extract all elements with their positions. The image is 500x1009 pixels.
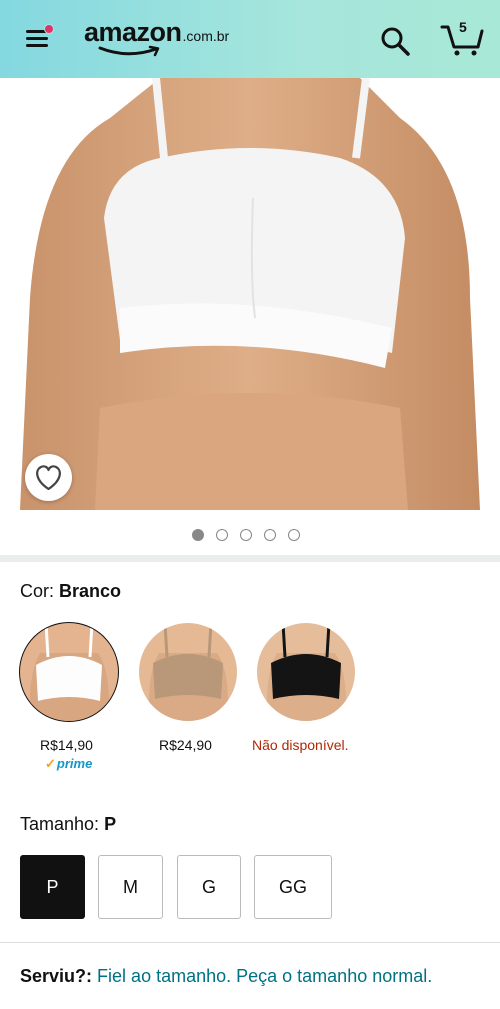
product-photo <box>20 78 480 510</box>
logo-tld: .com.br <box>182 28 230 44</box>
selected-color-name: Branco <box>59 581 122 601</box>
color-label-text: Cor: <box>20 581 55 601</box>
menu-bar <box>26 44 48 47</box>
image-pagination <box>192 529 300 543</box>
smile-arrow-icon <box>98 45 160 57</box>
size-label-text: Tamanho: <box>20 814 100 834</box>
swatch-image <box>20 623 118 721</box>
swatch-image <box>139 623 237 721</box>
amazon-logo[interactable]: amazon.com.br <box>84 17 229 57</box>
fit-recommendation-link[interactable]: Fiel ao tamanho. Peça o tamanho normal. <box>97 966 432 986</box>
logo-wordmark: amazon <box>84 17 182 47</box>
search-icon[interactable] <box>379 25 411 57</box>
selected-size-name: P <box>104 814 117 834</box>
price-preto-unavailable: Não disponível. <box>252 737 349 753</box>
wishlist-button[interactable] <box>25 454 72 501</box>
pagination-dot[interactable] <box>264 529 276 541</box>
pagination-dot[interactable] <box>288 529 300 541</box>
prime-badge-text: prime <box>56 756 93 771</box>
pagination-dot[interactable] <box>240 529 252 541</box>
swatch-image <box>257 623 355 721</box>
color-swatch-branco[interactable] <box>20 623 118 721</box>
size-option-p[interactable]: P <box>20 855 85 919</box>
app-header: amazon.com.br 5 <box>0 0 500 78</box>
size-option-m[interactable]: M <box>98 855 163 919</box>
section-divider <box>0 555 500 562</box>
pagination-dot[interactable] <box>192 529 204 541</box>
menu-bar <box>26 37 48 40</box>
section-divider <box>0 942 500 943</box>
product-image[interactable] <box>0 78 500 510</box>
prime-check-icon: ✓ <box>45 756 56 771</box>
color-swatch-preto[interactable] <box>257 623 355 721</box>
prime-badge: ✓prime <box>45 756 92 772</box>
fit-label: Serviu?: <box>20 966 93 986</box>
pagination-dot[interactable] <box>216 529 228 541</box>
color-label: Cor: Branco <box>20 581 121 602</box>
price-branco: R$14,90 <box>40 737 93 753</box>
fit-info: Serviu?: Fiel ao tamanho. Peça o tamanho… <box>20 962 490 990</box>
size-label: Tamanho: P <box>20 814 116 835</box>
notification-dot <box>44 24 54 34</box>
hamburger-menu-icon[interactable] <box>26 24 54 51</box>
cart-icon[interactable]: 5 <box>440 17 484 57</box>
size-option-gg[interactable]: GG <box>254 855 332 919</box>
cart-count-badge: 5 <box>459 19 467 35</box>
color-swatch-bege[interactable] <box>139 623 237 721</box>
heart-icon <box>36 465 61 491</box>
price-bege: R$24,90 <box>159 737 212 753</box>
size-option-g[interactable]: G <box>177 855 241 919</box>
